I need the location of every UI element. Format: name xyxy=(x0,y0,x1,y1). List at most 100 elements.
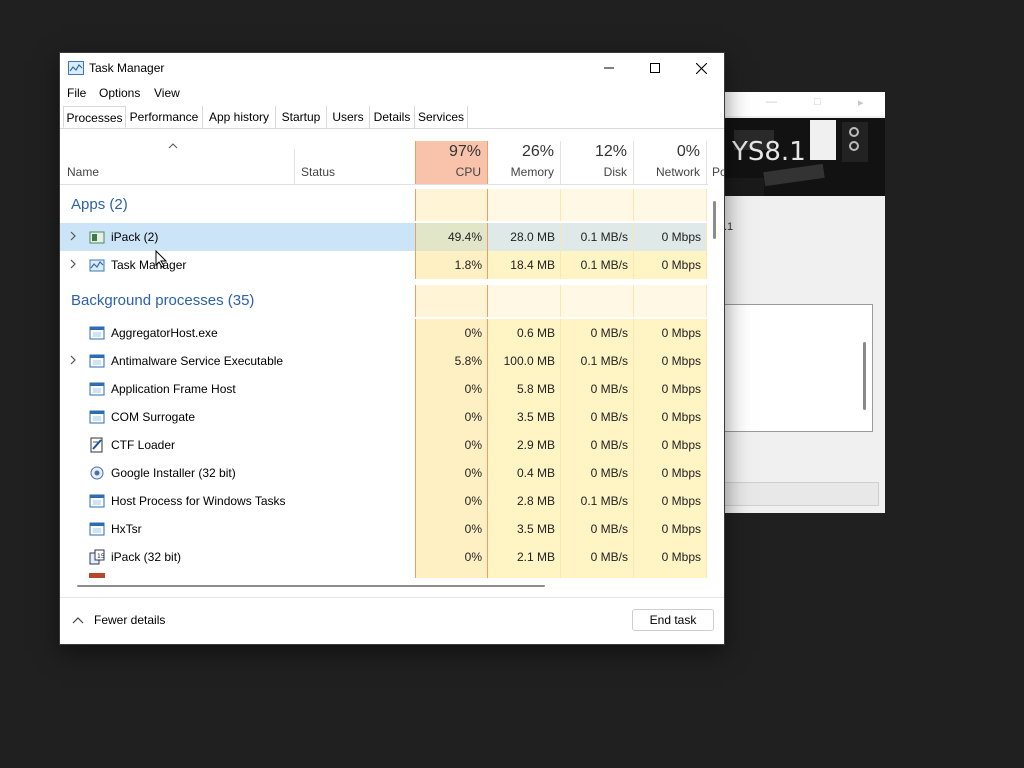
vertical-scrollbar[interactable] xyxy=(713,201,716,239)
column-cpu[interactable]: 97% CPU xyxy=(415,141,488,185)
process-disk: 0 MB/s xyxy=(590,466,628,480)
process-memory: 3.5 MB xyxy=(516,410,555,424)
background-banner-image: YS8.1 xyxy=(724,118,885,196)
process-row[interactable]: HxTsr 0% 3.5 MB 0 MB/s 0 Mbps xyxy=(60,515,708,543)
process-name: HxTsr xyxy=(111,522,142,536)
process-cpu: 0% xyxy=(464,410,482,424)
maximize-icon: □ xyxy=(814,96,821,108)
memory-cell-background xyxy=(488,285,561,317)
process-memory: 5.8 MB xyxy=(516,382,555,396)
process-row[interactable]: 15 iPack (32 bit) 0% 2.1 MB 0 MB/s 0 Mbps xyxy=(60,543,708,571)
horizontal-scrollbar[interactable] xyxy=(77,585,545,587)
process-name: Application Frame Host xyxy=(111,382,236,396)
group-title: Background processes (35) xyxy=(71,292,255,309)
tab-app-history[interactable]: App history xyxy=(203,106,276,128)
minimize-button[interactable] xyxy=(586,53,632,83)
process-network: 0 Mbps xyxy=(661,258,701,272)
tab-users[interactable]: Users xyxy=(327,106,370,128)
maximize-button[interactable] xyxy=(632,53,678,83)
column-memory[interactable]: 26% Memory xyxy=(488,141,561,185)
process-cpu: 5.8% xyxy=(454,354,482,368)
tab-startup[interactable]: Startup xyxy=(276,106,327,128)
process-cpu: 0% xyxy=(464,382,482,396)
disk-total-percent: 12% xyxy=(594,143,627,160)
column-network-label: Network xyxy=(655,165,700,179)
close-icon: ▸ xyxy=(858,97,864,109)
column-disk[interactable]: 12% Disk xyxy=(561,141,634,185)
ipack-icon: 15 xyxy=(89,549,105,565)
process-cpu: 0% xyxy=(464,326,482,340)
menu-view[interactable]: View xyxy=(154,86,180,100)
process-disk: 0 MB/s xyxy=(590,326,628,340)
chevron-right-icon[interactable] xyxy=(68,355,78,365)
chevron-right-icon[interactable] xyxy=(68,259,78,269)
process-row[interactable]: iPack (2) 49.4% 28.0 MB 0.1 MB/s 0 Mbps xyxy=(60,223,708,251)
service-window-icon xyxy=(89,494,105,508)
column-power[interactable]: Po xyxy=(707,141,724,185)
process-network: 0 Mbps xyxy=(661,522,701,536)
process-disk: 0.1 MB/s xyxy=(580,354,628,368)
column-name[interactable]: Name xyxy=(60,141,294,185)
background-window-titlebar: — □ ▸ xyxy=(724,92,885,116)
process-list: Apps (2) iPack (2) 49.4% 28.0 MB 0.1 MB/s 0 M… xyxy=(60,185,708,578)
process-network: 0 Mbps xyxy=(661,230,701,244)
memory-cell-background xyxy=(488,189,561,221)
background-window: — □ ▸ YS8.1 .1 xyxy=(724,92,885,513)
process-row[interactable] xyxy=(60,571,708,578)
process-name: COM Surrogate xyxy=(111,410,196,424)
partial-row-icon xyxy=(89,573,105,578)
column-status[interactable]: Status xyxy=(294,141,415,185)
cpu-cell-background xyxy=(415,571,488,578)
menu-options[interactable]: Options xyxy=(99,86,140,100)
menu-file[interactable]: File xyxy=(67,86,86,100)
process-row[interactable]: AggregatorHost.exe 0% 0.6 MB 0 MB/s 0 Mbps xyxy=(60,319,708,347)
process-cpu: 1.8% xyxy=(454,258,482,272)
tab-processes[interactable]: Processes xyxy=(63,106,126,128)
process-name: Google Installer (32 bit) xyxy=(111,466,236,480)
process-network: 0 Mbps xyxy=(661,466,701,480)
process-cpu: 49.4% xyxy=(447,230,482,244)
title-bar[interactable]: Task Manager xyxy=(60,53,724,83)
process-name: Task Manager xyxy=(111,258,187,272)
minimize-icon: — xyxy=(766,96,777,108)
process-row[interactable]: Host Process for Windows Tasks 0% 2.8 MB 0.… xyxy=(60,487,708,515)
process-name: Antimalware Service Executable xyxy=(111,354,284,368)
cpu-cell-background xyxy=(415,189,488,221)
process-name: CTF Loader xyxy=(111,438,176,452)
group-background-processes[interactable]: Background processes (35) xyxy=(60,285,708,317)
disk-cell-background xyxy=(561,189,634,221)
tab-strip: Processes Performance App history Startu… xyxy=(60,106,724,128)
tab-performance[interactable]: Performance xyxy=(126,106,203,128)
process-row[interactable]: Application Frame Host 0% 5.8 MB 0 MB/s 0 Mb… xyxy=(60,375,708,403)
tabs-divider xyxy=(60,128,724,129)
process-row[interactable]: Antimalware Service Executable 5.8% 100.0 … xyxy=(60,347,708,375)
memory-cell-background xyxy=(488,571,561,578)
end-task-button[interactable]: End task xyxy=(632,609,714,631)
process-row[interactable]: COM Surrogate 0% 3.5 MB 0 MB/s 0 Mbps xyxy=(60,403,708,431)
process-row[interactable]: Google Installer (32 bit) 0% 0.4 MB 0 MB/s 0… xyxy=(60,459,708,487)
app-window-icon xyxy=(89,231,105,244)
column-network[interactable]: 0% Network xyxy=(634,141,707,185)
network-cell-background xyxy=(634,189,707,221)
process-name: Host Process for Windows Tasks xyxy=(111,494,286,508)
process-cpu: 0% xyxy=(464,494,482,508)
tab-details[interactable]: Details xyxy=(370,106,415,128)
column-cpu-label: CPU xyxy=(455,165,481,179)
process-network: 0 Mbps xyxy=(661,354,701,368)
process-memory: 28.0 MB xyxy=(510,230,555,244)
tab-services[interactable]: Services xyxy=(415,106,468,128)
process-name: AggregatorHost.exe xyxy=(111,326,218,340)
ctf-loader-icon xyxy=(90,437,103,453)
process-disk: 0 MB/s xyxy=(590,410,628,424)
process-row[interactable]: CTF Loader 0% 2.9 MB 0 MB/s 0 Mbps xyxy=(60,431,708,459)
service-window-icon xyxy=(89,382,105,396)
close-button[interactable] xyxy=(678,53,724,83)
process-cpu: 0% xyxy=(464,522,482,536)
process-disk: 0.1 MB/s xyxy=(580,258,628,272)
process-network: 0 Mbps xyxy=(661,494,701,508)
process-name: iPack (32 bit) xyxy=(111,550,182,564)
cpu-total-percent: 97% xyxy=(448,143,481,160)
group-apps[interactable]: Apps (2) xyxy=(60,189,708,221)
background-window-scrollbar xyxy=(863,342,866,410)
chevron-right-icon[interactable] xyxy=(68,231,78,241)
